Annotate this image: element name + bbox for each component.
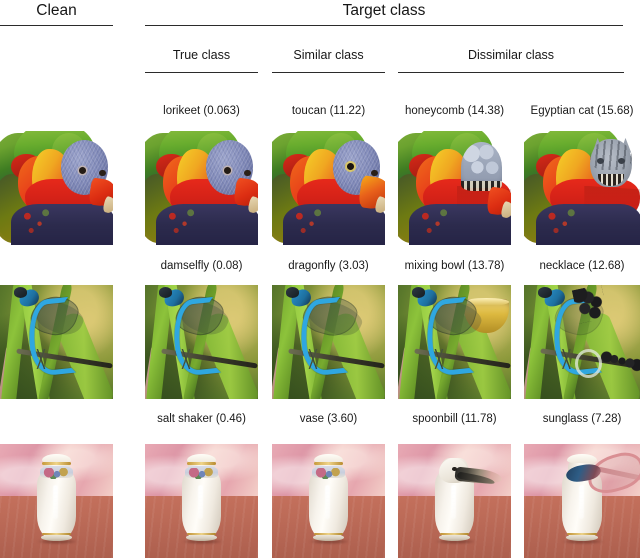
caption-row1-dissimilar-a: honeycomb (14.38) [404,105,505,117]
caption-row2-dissimilar-a: mixing bowl (13.78) [404,260,505,272]
subheader-rule-similar-class [272,72,385,73]
caption-row1-dissimilar-b: Egyptian cat (15.68) [530,105,634,117]
subheader-dissimilar-class: Dissimilar class [467,48,555,62]
subheader-similar-class: Similar class [293,48,364,62]
image-row3-similar [272,444,385,558]
header-target-class: Target class [342,2,426,19]
subheader-true-class: True class [172,48,231,62]
caption-row2-dissimilar-b: necklace (12.68) [539,260,625,272]
subheader-rule-true-class [145,72,258,73]
header-rule-target-class [145,25,623,26]
caption-row1-true: lorikeet (0.063) [163,105,240,117]
figure-panel-grid: Clean Target class True class Similar cl… [0,0,640,558]
image-row1-true [145,131,258,245]
subheader-rule-dissimilar-class [398,72,624,73]
image-row3-dissimilar-b [524,444,640,558]
caption-row3-similar: vase (3.60) [299,413,358,425]
header-clean: Clean [36,2,77,19]
image-row2-dissimilar-b [524,285,640,399]
caption-row3-true: salt shaker (0.46) [157,413,246,425]
image-row2-similar [272,285,385,399]
image-row3-clean [0,444,113,558]
caption-row2-true: damselfly (0.08) [160,260,243,272]
image-row1-similar [272,131,385,245]
image-row3-true [145,444,258,558]
caption-row3-dissimilar-b: sunglass (7.28) [542,413,622,425]
image-row3-dissimilar-a [398,444,511,558]
caption-row2-similar: dragonfly (3.03) [288,260,369,272]
image-row1-clean [0,131,113,245]
image-row1-dissimilar-b [524,131,640,245]
caption-row1-similar: toucan (11.22) [291,105,366,117]
image-row2-true [145,285,258,399]
image-row1-dissimilar-a [398,131,511,245]
image-row2-clean [0,285,113,399]
image-row2-dissimilar-a [398,285,511,399]
header-rule-clean [0,25,113,26]
caption-row3-dissimilar-a: spoonbill (11.78) [412,413,497,425]
